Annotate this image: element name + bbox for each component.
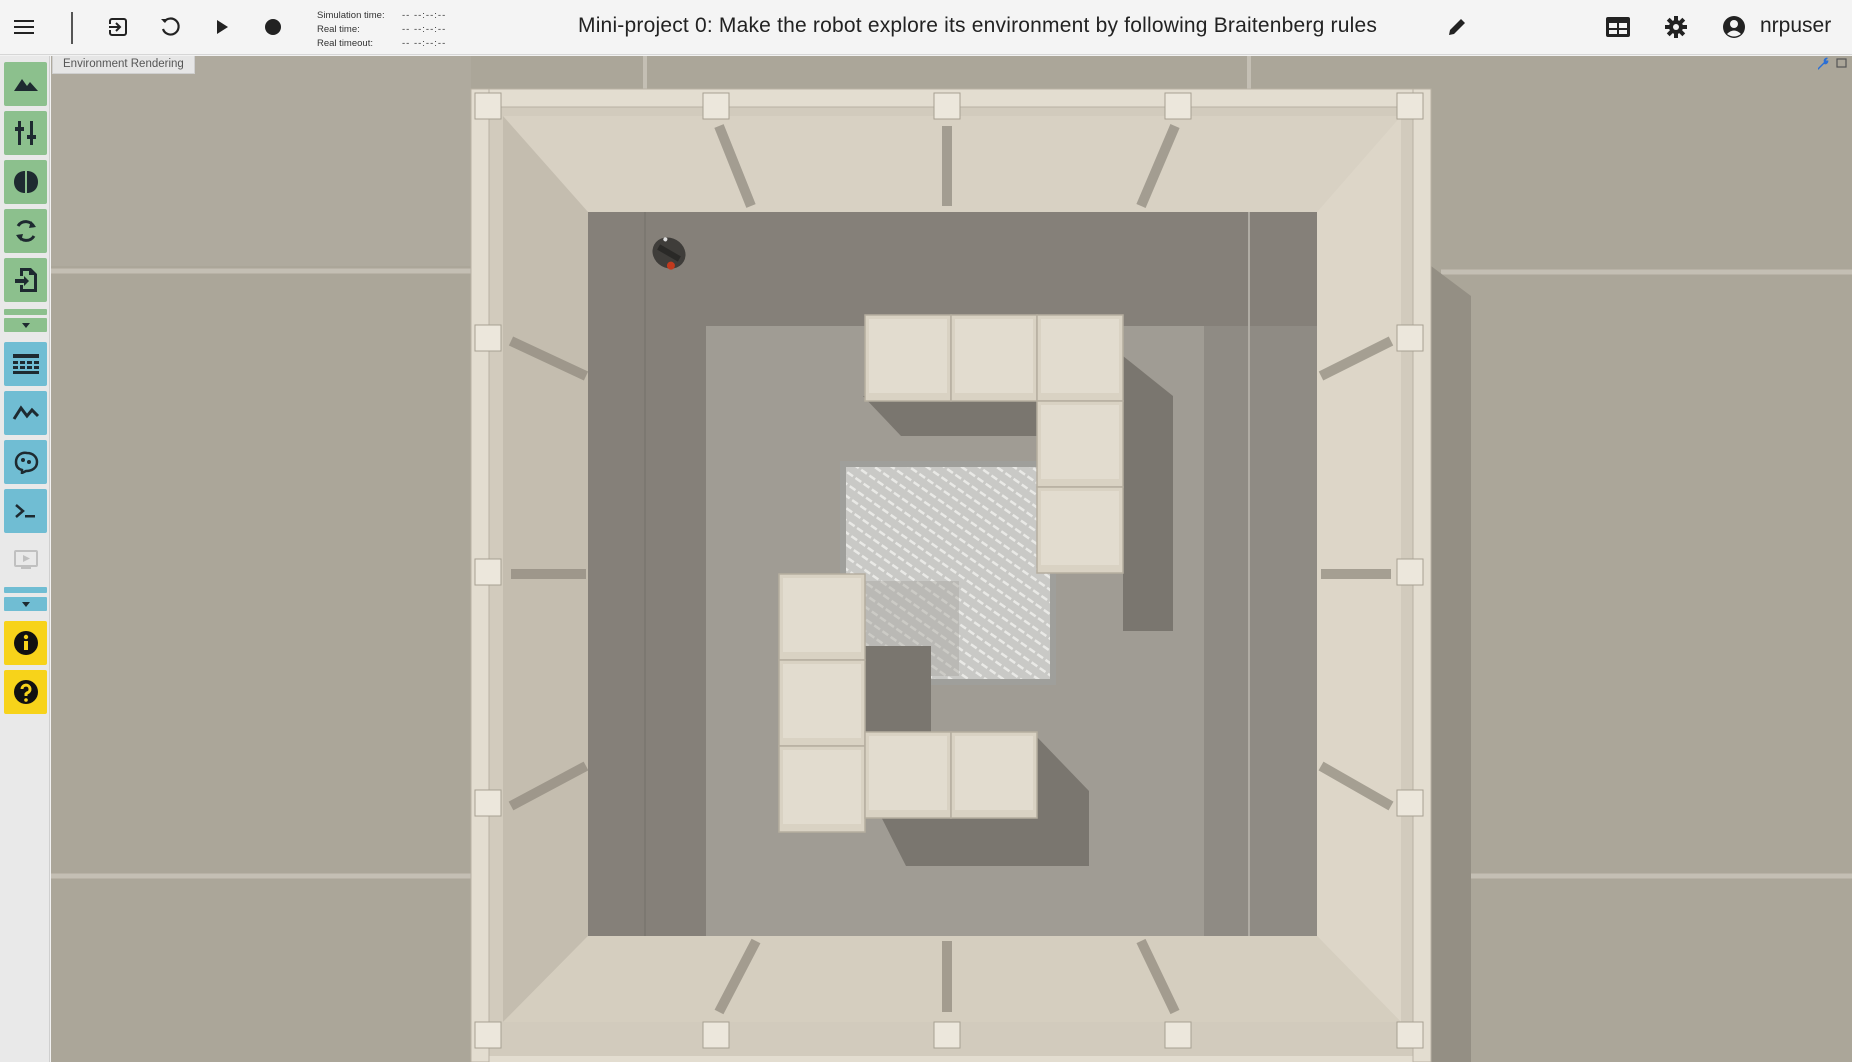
real-timeout-value: -- --:--:--: [402, 38, 447, 49]
transfer-function-icon[interactable]: [4, 209, 47, 253]
collapse-green-group-icon[interactable]: [4, 318, 47, 332]
brain-icon[interactable]: [4, 160, 47, 204]
object-inspector-icon[interactable]: [4, 111, 47, 155]
environment-rendering-tab[interactable]: Environment Rendering: [52, 56, 195, 74]
play-icon[interactable]: [205, 10, 239, 44]
simulation-timers: Simulation time: -- --:--:-- Real time: --…: [317, 9, 446, 51]
real-timeout-label: Real timeout:: [317, 38, 373, 49]
experiment-title: Mini-project 0: Make the robot explore i…: [578, 14, 1378, 37]
environment-icon[interactable]: [4, 62, 47, 106]
real-time-label: Real time:: [317, 24, 360, 35]
spike-train-icon[interactable]: [4, 342, 47, 386]
info-icon[interactable]: [4, 621, 47, 665]
import-icon[interactable]: [4, 258, 47, 302]
username[interactable]: nrpuser: [1760, 14, 1831, 38]
exit-icon[interactable]: [101, 10, 135, 44]
viewport-corner-controls: [1816, 56, 1848, 75]
terminal-icon[interactable]: [4, 489, 47, 533]
record-icon[interactable]: [256, 10, 290, 44]
simulation-time-label: Simulation time:: [317, 10, 385, 21]
maximize-icon[interactable]: [1836, 56, 1848, 75]
reset-icon[interactable]: [153, 10, 187, 44]
collapse-blue-group-icon[interactable]: [4, 597, 47, 611]
menu-icon[interactable]: [7, 10, 41, 44]
green-group-separator: [4, 309, 47, 315]
top-toolbar: Simulation time: -- --:--:-- Real time: --…: [0, 0, 1852, 55]
layout-icon[interactable]: [1601, 10, 1635, 44]
blue-group-separator: [4, 587, 47, 593]
video-stream-icon: [4, 538, 47, 582]
brain-visualizer-icon[interactable]: [4, 440, 47, 484]
joint-plot-icon[interactable]: [4, 391, 47, 435]
settings-gear-icon[interactable]: [1659, 10, 1693, 44]
help-icon[interactable]: [4, 670, 47, 714]
simulation-time-value: -- --:--:--: [402, 10, 447, 21]
wrench-icon[interactable]: [1816, 56, 1830, 75]
toolbar-divider: [71, 12, 73, 44]
user-avatar-icon[interactable]: [1717, 10, 1751, 44]
real-time-value: -- --:--:--: [402, 24, 447, 35]
environment-rendering-viewport[interactable]: [51, 56, 1852, 1062]
edit-title-icon[interactable]: [1440, 10, 1474, 44]
tool-sidebar: [0, 56, 50, 1062]
arena-scene: [51, 56, 1852, 1062]
